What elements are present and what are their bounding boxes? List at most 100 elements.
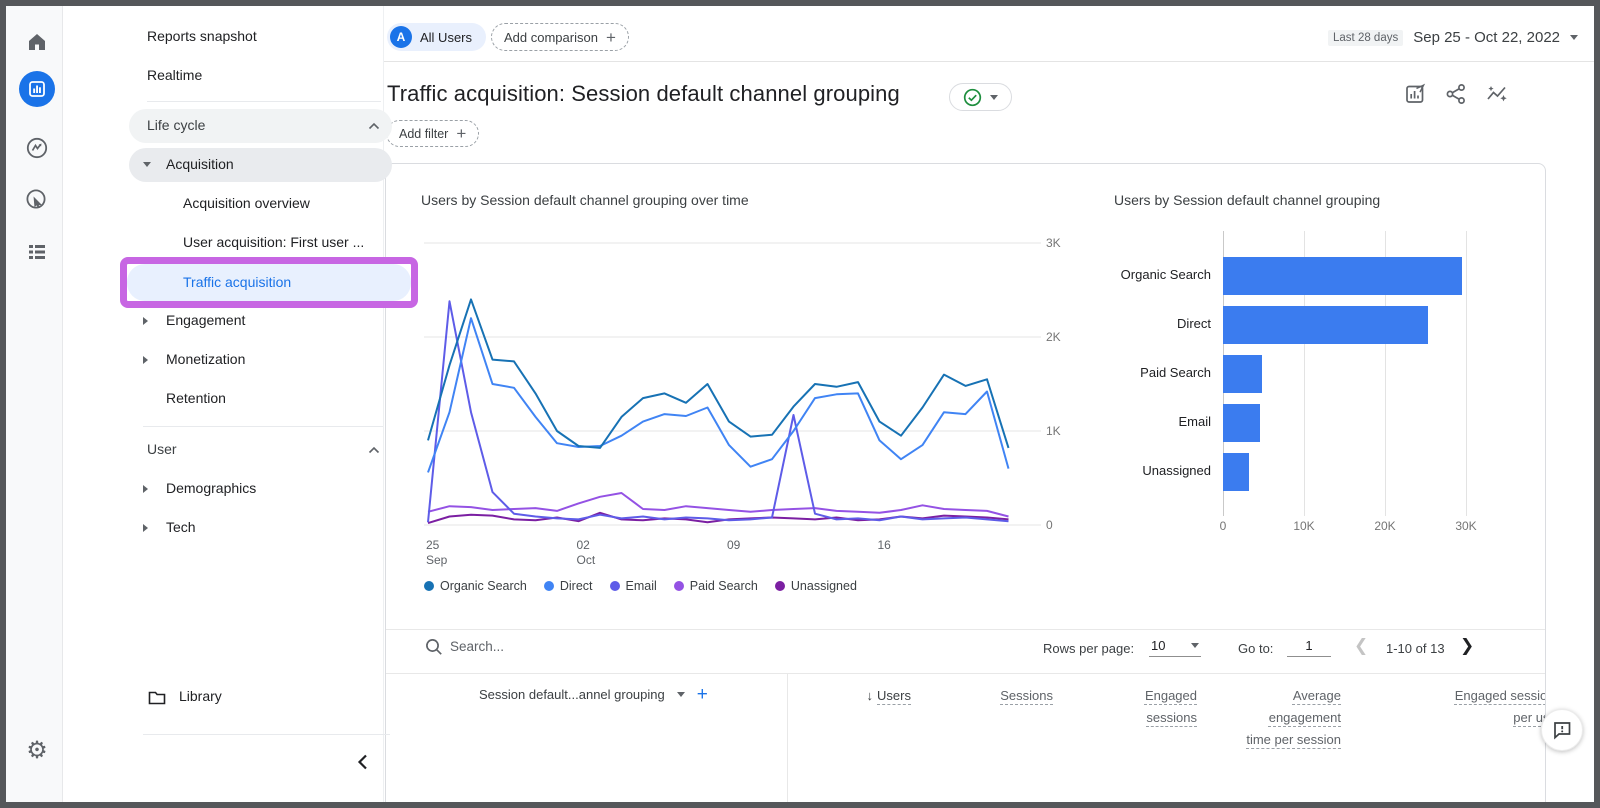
collapsed-arrow-icon [143, 356, 148, 364]
bar-email[interactable] [1223, 404, 1260, 442]
folder-icon [148, 691, 166, 705]
add-filter-button[interactable]: Add filter + [386, 120, 480, 147]
advertising-icon[interactable] [21, 184, 53, 216]
expand-arrow-icon [143, 162, 151, 167]
line-series-email[interactable] [427, 300, 1009, 523]
legend-dot-icon [774, 581, 785, 591]
chevron-down-icon [990, 94, 998, 100]
divider [386, 629, 1545, 630]
legend-label: Unassigned [790, 579, 857, 593]
search-input[interactable]: Search... [450, 639, 504, 654]
nav-library[interactable]: Library [148, 688, 222, 705]
prev-page-icon[interactable]: ❮ [1354, 636, 1368, 656]
column-header-users[interactable]: ↓ Users [791, 685, 911, 707]
legend-label: Organic Search [440, 579, 527, 593]
highlight-box [120, 257, 418, 308]
bar-category-label: Email [1178, 414, 1211, 429]
admin-gear-icon[interactable]: ⚙ [21, 734, 53, 766]
legend-label: Email [625, 579, 657, 593]
add-dimension-icon[interactable]: + [697, 685, 708, 704]
icon-rail: ⚙ [6, 6, 63, 802]
nav-reports-snapshot[interactable]: Reports snapshot [147, 28, 257, 44]
column-header-average-engagement-time-per-session[interactable]: Average engagement time per session [1241, 685, 1341, 751]
nav-tech[interactable]: Tech [143, 519, 196, 535]
rows-per-page-select[interactable]: 10 [1149, 638, 1201, 657]
home-icon[interactable] [21, 26, 53, 58]
bar-organic-search[interactable] [1223, 257, 1462, 295]
legend-item-organic-search: Organic Search [424, 579, 527, 593]
x-tick-label: 25 Sep [426, 538, 448, 567]
dimension-column-header[interactable]: Session default...annel grouping + [479, 685, 708, 704]
chevron-down-icon [1570, 35, 1578, 40]
column-header-engaged-sessions-per-user[interactable]: Engaged sessions per user [1446, 685, 1545, 729]
column-header-label: Engaged sessions [1144, 688, 1197, 725]
nav-retention[interactable]: Retention [166, 390, 226, 406]
nav-engagement[interactable]: Engagement [143, 312, 245, 328]
y-tick-label: 1K [1046, 424, 1061, 438]
rows-per-page-label: Rows per page: [1043, 641, 1135, 656]
x-tick-label: 10K [1293, 519, 1315, 533]
explore-icon[interactable] [21, 132, 53, 164]
nav-user-acquisition[interactable]: User acquisition: First user ... [183, 234, 364, 250]
legend-label: Paid Search [689, 579, 758, 593]
audience-chip-all-users[interactable]: A All Users [387, 23, 487, 51]
chart-legend: Organic Search Direct Email Paid Search Unas… [424, 579, 857, 593]
bar-category-label: Organic Search [1120, 267, 1211, 282]
report-nav: Reports snapshot Realtime Life cycle Acq… [63, 6, 418, 802]
date-range-value: Sep 25 - Oct 22, 2022 [1413, 29, 1560, 46]
configure-icon[interactable] [21, 236, 53, 268]
bar-paid-search[interactable] [1223, 355, 1262, 393]
divider [384, 61, 1594, 62]
insights-icon[interactable] [1485, 82, 1509, 106]
collapse-nav-icon[interactable] [355, 753, 371, 771]
nav-acquisition-overview[interactable]: Acquisition overview [183, 195, 310, 211]
collapsed-arrow-icon [143, 485, 148, 493]
legend-item-paid-search: Paid Search [673, 579, 758, 593]
report-card: Users by Session default channel groupin… [385, 163, 1546, 808]
feedback-button[interactable] [1541, 709, 1583, 751]
column-header-label: Sessions [1000, 688, 1053, 703]
column-header-engaged-sessions[interactable]: Engaged sessions [1117, 685, 1197, 729]
goto-page-input[interactable]: 1 [1287, 638, 1331, 657]
legend-dot-icon [543, 581, 554, 591]
date-range-picker[interactable]: Last 28 days Sep 25 - Oct 22, 2022 [1328, 29, 1578, 46]
pagination-range: 1-10 of 13 [1386, 641, 1445, 656]
nav-monetization[interactable]: Monetization [143, 351, 245, 367]
bar-direct[interactable] [1223, 306, 1428, 344]
collapsed-arrow-icon [143, 317, 148, 325]
legend-dot-icon [609, 581, 620, 591]
nav-realtime[interactable]: Realtime [147, 67, 202, 83]
legend-dot-icon [673, 581, 684, 591]
add-comparison-button[interactable]: Add comparison + [491, 23, 629, 51]
reports-icon[interactable] [19, 71, 55, 107]
customize-report-icon[interactable] [1403, 82, 1427, 106]
nav-section-user[interactable]: User [147, 441, 177, 457]
data-quality-badge[interactable] [949, 83, 1012, 111]
search-icon [426, 639, 442, 655]
gridline [1466, 231, 1467, 516]
line-chart[interactable] [424, 231, 1041, 527]
x-tick-label: 02 Oct [576, 538, 596, 567]
nav-section-life-cycle[interactable]: Life cycle [129, 109, 392, 143]
legend-item-direct: Direct [543, 579, 593, 593]
feedback-bubble-icon [1554, 722, 1571, 740]
chevron-down-icon [1191, 643, 1199, 648]
chevron-down-icon [676, 692, 685, 697]
nav-demographics[interactable]: Demographics [143, 480, 256, 496]
share-icon[interactable] [1444, 82, 1468, 106]
chevron-up-icon [368, 122, 380, 130]
y-tick-label: 0 [1046, 518, 1053, 532]
nav-acquisition[interactable]: Acquisition [129, 148, 392, 182]
audience-avatar: A [390, 26, 412, 48]
line-chart-title: Users by Session default channel groupin… [421, 192, 749, 208]
legend-dot-icon [424, 581, 434, 591]
divider [386, 673, 1545, 674]
bar-unassigned[interactable] [1223, 453, 1249, 491]
column-header-label: Engaged sessions per user [1454, 688, 1545, 725]
bar-category-label: Paid Search [1140, 365, 1211, 380]
chevron-up-icon [368, 446, 380, 454]
next-page-icon[interactable]: ❯ [1460, 636, 1474, 656]
x-tick-label: 20K [1374, 519, 1396, 533]
line-series-direct[interactable] [427, 317, 1010, 473]
column-header-sessions[interactable]: Sessions [933, 685, 1053, 707]
